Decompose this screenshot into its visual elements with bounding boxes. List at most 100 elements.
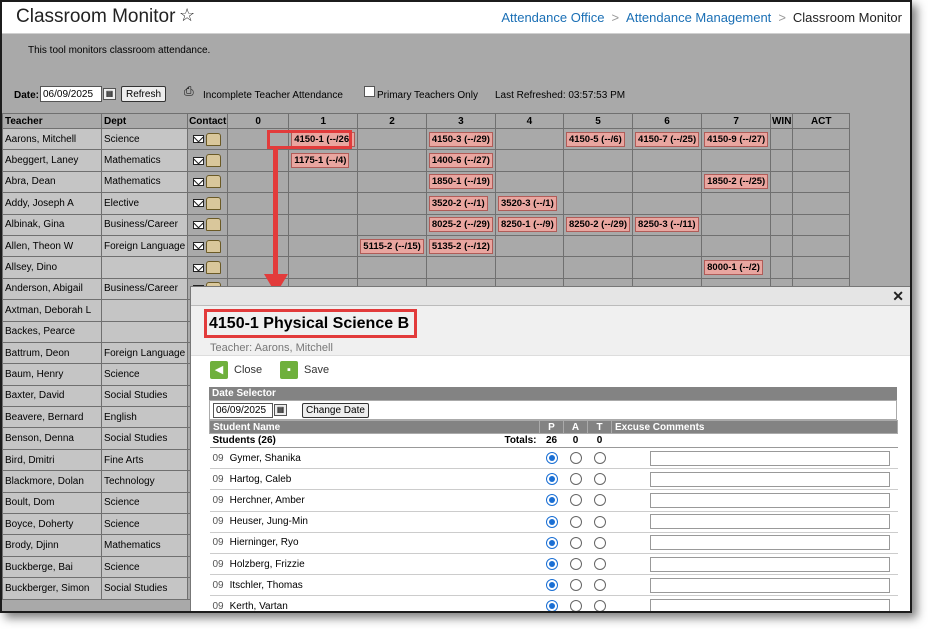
section-link[interactable]: 5135-2 (--/12) (428, 238, 493, 254)
student-name: Hartog, Caleb (229, 473, 292, 485)
section-link[interactable]: 8250-2 (--/29) (565, 217, 631, 233)
student-grade: 09 (212, 558, 224, 570)
primary-teachers-checkbox[interactable] (364, 86, 375, 97)
present-radio[interactable] (545, 579, 558, 592)
grid-col-header: ACT (792, 113, 851, 129)
excuse-comment-input[interactable] (649, 450, 890, 466)
period-cell (425, 256, 496, 279)
excuse-comment-input[interactable] (649, 535, 890, 551)
excuse-comment-input[interactable] (649, 598, 890, 611)
calendar-icon[interactable]: ▦ (274, 404, 287, 416)
email-icon[interactable] (193, 135, 205, 144)
absent-radio[interactable] (569, 536, 582, 549)
tardy-radio[interactable] (593, 473, 606, 486)
back-arrow-icon: ◀ (210, 361, 228, 379)
tardy-radio[interactable] (593, 536, 606, 549)
tardy-radio[interactable] (593, 452, 606, 465)
period-cell (701, 234, 772, 258)
contact-cell (187, 213, 229, 236)
breadcrumb: Attendance Office > Attendance Management >… (501, 10, 902, 25)
incomplete-attendance-link[interactable]: Incomplete Teacher Attendance (203, 90, 343, 101)
tardy-radio[interactable] (593, 494, 606, 507)
email-icon[interactable] (193, 242, 205, 251)
section-link[interactable]: 1850-2 (--/25) (704, 174, 769, 190)
section-link[interactable]: 5115-2 (--/15) (360, 238, 424, 254)
section-link[interactable]: 8250-3 (--/11) (635, 217, 699, 233)
absent-radio[interactable] (569, 473, 582, 486)
period-cell (632, 170, 703, 194)
substitute-icon[interactable] (206, 175, 222, 189)
period-cell: 5135-2 (--/12) (425, 234, 496, 258)
period-cell (770, 192, 794, 215)
excuse-comment-input[interactable] (649, 577, 890, 593)
substitute-icon[interactable] (206, 132, 222, 146)
modal-title: 4150-1 Physical Science B (209, 315, 410, 332)
tardy-radio[interactable] (593, 579, 606, 592)
student-name: Heuser, Jung-Min (229, 516, 308, 528)
section-link[interactable]: 4150-7 (--/25) (635, 131, 700, 147)
substitute-icon[interactable] (206, 261, 222, 275)
absent-radio[interactable] (569, 494, 582, 507)
absent-radio[interactable] (569, 600, 582, 611)
section-link[interactable]: 8025-2 (--/29) (428, 217, 493, 233)
tardy-radio[interactable] (593, 600, 606, 611)
section-link[interactable]: 1400-6 (--/27) (428, 153, 493, 169)
save-button[interactable]: ▪ Save (280, 361, 329, 379)
tardy-radio[interactable] (593, 515, 606, 528)
present-radio[interactable] (545, 473, 558, 486)
section-link[interactable]: 3520-2 (--/1) (428, 195, 488, 211)
substitute-icon[interactable] (206, 239, 222, 253)
period-cell: 1400-6 (--/27) (425, 149, 496, 172)
email-icon[interactable] (193, 220, 205, 229)
absent-radio[interactable] (569, 558, 582, 571)
present-radio[interactable] (545, 452, 558, 465)
section-link[interactable]: 1850-1 (--/19) (428, 174, 493, 190)
breadcrumb-attendance-office[interactable]: Attendance Office (501, 10, 604, 25)
close-icon[interactable]: ✕ (892, 288, 904, 305)
top-bar: Classroom Monitor ☆ Attendance Office > At… (2, 2, 910, 34)
printer-icon[interactable]: ⎙ (184, 84, 198, 98)
tardy-radio[interactable] (593, 558, 606, 571)
email-icon[interactable] (193, 177, 205, 186)
section-link[interactable]: 1175-1 (--/4) (291, 153, 350, 169)
present-radio[interactable] (545, 536, 558, 549)
present-radio[interactable] (545, 558, 558, 571)
change-date-button[interactable]: Change Date (302, 403, 369, 418)
section-link[interactable]: 8250-1 (--/9) (497, 217, 557, 233)
present-radio[interactable] (545, 515, 558, 528)
section-link[interactable]: 4150-5 (--/6) (565, 131, 625, 147)
email-icon[interactable] (193, 156, 205, 165)
absent-radio[interactable] (569, 579, 582, 592)
close-button[interactable]: ◀ Close (210, 361, 262, 379)
refresh-button[interactable]: Refresh (121, 86, 167, 102)
email-icon[interactable] (193, 263, 205, 272)
excuse-comment-input[interactable] (649, 471, 890, 487)
teacher-name: Brody, Djinn (2, 534, 102, 557)
star-icon[interactable]: ☆ (179, 5, 195, 26)
modal-header: 4150-1 Physical Science B Teacher: Aaron… (191, 306, 910, 356)
section-link[interactable]: 8000-1 (--/2) (704, 260, 763, 276)
excuse-comment-input[interactable] (649, 492, 890, 508)
date-label: Date: (14, 90, 40, 101)
excuse-comment-input[interactable] (649, 514, 890, 530)
substitute-icon[interactable] (206, 196, 222, 210)
section-link[interactable]: 4150-9 (--/27) (704, 131, 769, 147)
date-input[interactable] (40, 86, 102, 102)
excuse-comment-input[interactable] (649, 556, 890, 572)
calendar-icon[interactable]: ▦ (103, 88, 116, 100)
substitute-icon[interactable] (206, 154, 222, 168)
absent-radio[interactable] (569, 515, 582, 528)
period-cell: 8025-2 (--/29) (425, 213, 496, 236)
substitute-icon[interactable] (206, 218, 222, 232)
callout-arrow (273, 149, 278, 277)
teacher-name: Blackmore, Dolan (2, 470, 102, 493)
section-link[interactable]: 3520-3 (--/1) (497, 195, 557, 211)
present-radio[interactable] (545, 494, 558, 507)
email-icon[interactable] (193, 199, 205, 208)
breadcrumb-attendance-management[interactable]: Attendance Management (626, 10, 771, 25)
section-link[interactable]: 4150-3 (--/29) (428, 131, 493, 147)
present-radio[interactable] (545, 600, 558, 611)
period-cell (357, 170, 427, 194)
modal-date-input[interactable] (213, 403, 273, 418)
absent-radio[interactable] (569, 452, 582, 465)
